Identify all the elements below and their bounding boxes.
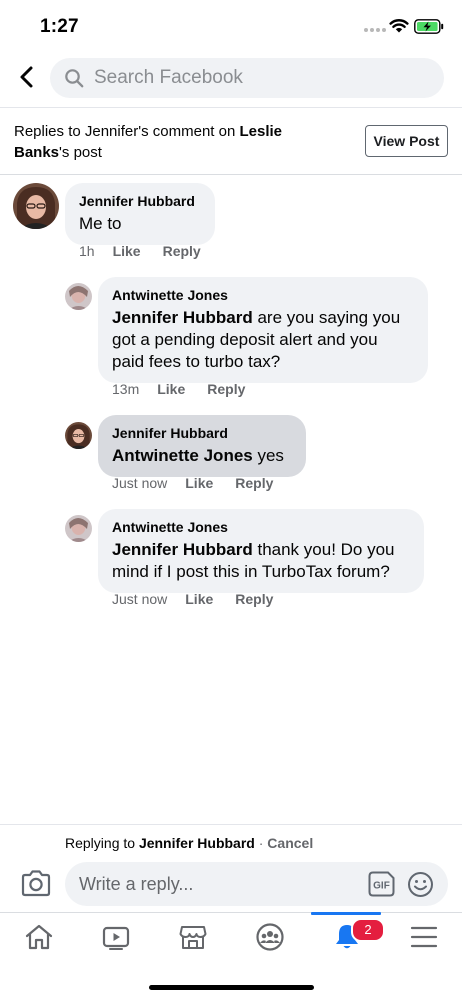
comment-mention[interactable]: Jennifer Hubbard xyxy=(112,308,253,327)
comment-actions: Just now Like Reply xyxy=(112,475,295,491)
comment-time: Just now xyxy=(112,591,168,607)
comment-text: Jennifer Hubbard are you saying you got … xyxy=(112,307,414,373)
watch-icon xyxy=(102,926,130,950)
like-button[interactable]: Like xyxy=(157,381,185,397)
tab-watch[interactable] xyxy=(80,913,150,963)
avatar[interactable] xyxy=(65,515,92,542)
status-time: 1:27 xyxy=(40,16,79,37)
battery-charging-icon xyxy=(414,19,444,34)
context-suffix: 's post xyxy=(59,144,102,161)
comment-time: Just now xyxy=(112,475,168,491)
tab-menu[interactable] xyxy=(388,913,458,963)
tab-groups[interactable] xyxy=(234,913,304,963)
reply-button[interactable]: Reply xyxy=(235,591,273,607)
replying-separator: · xyxy=(254,835,268,851)
context-prefix: Replies to Jennifer's comment on xyxy=(14,123,240,140)
comment-mention[interactable]: Antwinette Jones xyxy=(112,446,253,465)
context-description: Replies to Jennifer's comment on Leslie … xyxy=(14,121,334,163)
comment-author[interactable]: Jennifer Hubbard xyxy=(79,192,201,210)
comment-author[interactable]: Antwinette Jones xyxy=(112,518,410,536)
like-button[interactable]: Like xyxy=(185,475,213,491)
reply-button[interactable]: Reply xyxy=(207,381,245,397)
search-header xyxy=(0,54,462,108)
comment-bubble-highlighted[interactable]: Jennifer Hubbard Antwinette Jones yes xyxy=(98,415,306,477)
groups-icon xyxy=(256,923,284,951)
camera-icon[interactable] xyxy=(20,869,52,897)
search-input[interactable] xyxy=(94,58,424,98)
like-button[interactable]: Like xyxy=(185,591,213,607)
tab-marketplace[interactable] xyxy=(157,913,227,963)
comment-context-bar: Replies to Jennifer's comment on Leslie … xyxy=(0,108,462,175)
status-bar: 1:27 xyxy=(0,0,462,54)
comment-text: Me to xyxy=(79,213,201,235)
active-tab-indicator xyxy=(311,912,381,915)
marketplace-icon xyxy=(179,926,207,949)
reply-button[interactable]: Reply xyxy=(235,475,273,491)
reply-input[interactable] xyxy=(79,862,359,906)
replying-prefix: Replying to xyxy=(65,835,139,851)
avatar[interactable] xyxy=(13,183,59,229)
svg-text:GIF: GIF xyxy=(373,881,390,892)
comment-text: Antwinette Jones yes xyxy=(112,445,292,467)
search-icon xyxy=(65,69,84,88)
cellular-signal-icon xyxy=(364,28,388,34)
comment-message: yes xyxy=(252,446,284,465)
comment-bubble[interactable]: Antwinette Jones Jennifer Hubbard are yo… xyxy=(98,277,428,383)
tab-notifications[interactable]: 2 xyxy=(311,912,385,963)
avatar[interactable] xyxy=(65,283,92,310)
gif-icon[interactable]: GIF xyxy=(368,871,395,897)
like-button[interactable]: Like xyxy=(113,243,141,259)
comment-message: Me to xyxy=(79,214,122,233)
view-post-button[interactable]: View Post xyxy=(365,125,448,157)
comment-actions: 1h Like Reply xyxy=(79,243,223,259)
reply-composer: Replying to Jennifer Hubbard · Cancel GI… xyxy=(0,824,462,912)
comment-time: 1h xyxy=(79,243,95,259)
bottom-tab-bar: 2 xyxy=(0,912,462,962)
back-arrow-icon[interactable] xyxy=(14,64,40,90)
comment-bubble[interactable]: Jennifer Hubbard Me to xyxy=(65,183,215,245)
comment-bubble[interactable]: Antwinette Jones Jennifer Hubbard thank … xyxy=(98,509,424,593)
notification-badge: 2 xyxy=(351,918,385,942)
reply-button[interactable]: Reply xyxy=(163,243,201,259)
comment-actions: 13m Like Reply xyxy=(112,381,267,397)
comment-mention[interactable]: Jennifer Hubbard xyxy=(112,540,253,559)
emoji-icon[interactable] xyxy=(407,871,434,898)
replying-to-line: Replying to Jennifer Hubbard · Cancel xyxy=(65,835,313,851)
menu-icon xyxy=(410,926,438,948)
search-bar[interactable] xyxy=(50,58,444,98)
avatar[interactable] xyxy=(65,422,92,449)
home-icon xyxy=(25,924,53,950)
comment-actions: Just now Like Reply xyxy=(112,591,295,607)
comment-author[interactable]: Antwinette Jones xyxy=(112,286,414,304)
home-indicator xyxy=(149,985,314,990)
cancel-reply-button[interactable]: Cancel xyxy=(267,835,313,851)
comment-text: Jennifer Hubbard thank you! Do you mind … xyxy=(112,539,410,583)
comment-time: 13m xyxy=(112,381,140,397)
tab-home[interactable] xyxy=(3,913,73,963)
wifi-icon xyxy=(389,19,409,33)
comment-author[interactable]: Jennifer Hubbard xyxy=(112,424,292,442)
replying-to-name: Jennifer Hubbard xyxy=(138,835,255,851)
reply-input-box[interactable]: GIF xyxy=(65,862,448,906)
